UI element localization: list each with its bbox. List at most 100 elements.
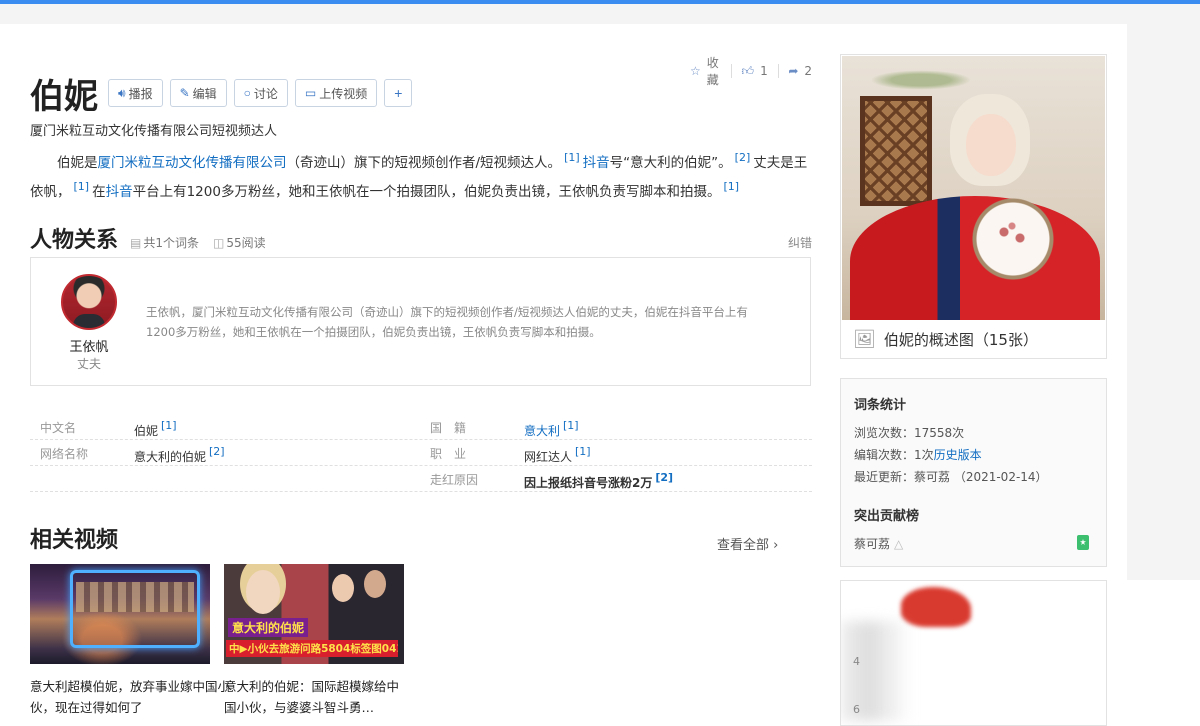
fan-image: [972, 198, 1054, 280]
summary-photo[interactable]: [842, 56, 1105, 320]
upload-video-label: 上传视频: [319, 86, 368, 101]
chat-bubble-icon: ○: [243, 86, 251, 100]
intro-text: 伯妮是: [57, 155, 98, 171]
overlay-patch: [1127, 580, 1200, 726]
share-icon[interactable]: ➦: [788, 64, 798, 78]
history-version-link[interactable]: 历史版本: [934, 448, 982, 462]
broadcast-label: 播报: [128, 86, 153, 101]
video-title[interactable]: 意大利的伯妮：国际超模嫁给中国小伙，与婆婆斗智斗勇…: [224, 676, 406, 718]
add-button[interactable]: +: [384, 79, 413, 107]
intro-paragraph: 伯妮是厦门米粒互动文化传播有限公司（奇迹山）旗下的短视频创作者/短视频达人。 [1…: [30, 146, 812, 204]
thumbnail-caption: 意大利的伯妮: [228, 618, 309, 637]
intro-text: 平台上有1200多万粉丝，她和王依帆在一个拍摄团队，伯妮负责出镜，王依帆负责写脚…: [132, 184, 721, 200]
basic-info-table: 中文名 伯妮 [1] 国 籍 意大利 [1] 网络名称 意大利的伯妮 [2] 职 业 …: [30, 414, 812, 492]
reads-label: 55阅读: [226, 236, 266, 250]
summary-photo-card[interactable]: 🖼︎ 伯妮的概述图（15张）: [840, 54, 1107, 359]
company-link[interactable]: 厦门米粒互动文化传播有限公司: [98, 155, 287, 171]
ad-image: [841, 621, 911, 721]
reads-count: ◫ 55阅读: [213, 234, 266, 251]
entries-count: ▤ 共1个词条: [130, 234, 199, 251]
stats-title: 词条统计: [854, 398, 907, 413]
person-image: [364, 570, 386, 598]
bookmark-star-icon[interactable]: [1077, 535, 1089, 550]
title-row: 伯妮 🔊︎ 播报 ✎ 编辑 ○ 讨论 ▭ 上传视频 +: [30, 68, 419, 118]
reference-link[interactable]: [2]: [655, 471, 673, 484]
contributor[interactable]: 蔡可荔 △: [854, 535, 903, 552]
ad-text: 4: [853, 655, 860, 668]
person-role: 丈夫: [76, 357, 101, 371]
video-thumbnail[interactable]: 意大利的伯妮 中▶小伙去旅游问路5804标签图04152: [224, 564, 404, 664]
douyin-link[interactable]: 抖音: [106, 184, 133, 200]
relation-card: 王依帆 丈夫 王依帆，厦门米粒互动文化传播有限公司（奇迹山）旗下的短视频创作者/…: [30, 257, 811, 386]
image-gallery-icon: 🖼︎: [853, 329, 876, 350]
thumbs-up-icon[interactable]: 👍︎: [742, 64, 755, 79]
plus-icon: +: [394, 85, 403, 101]
discuss-label: 讨论: [253, 86, 278, 101]
views-count: 浏览次数：17558次: [854, 426, 965, 440]
info-value-text: 伯妮: [134, 424, 159, 438]
relation-section-title: 人物关系: [30, 227, 119, 253]
intro-text: 号“意大利的伯妮”。: [609, 155, 732, 171]
edit-button[interactable]: ✎ 编辑: [169, 79, 227, 107]
correction-link[interactable]: 纠错: [788, 234, 812, 251]
info-row: 网络名称 意大利的伯妮 [2] 职 业 网红达人 [1]: [30, 440, 812, 466]
divider: [730, 64, 732, 78]
intro-text: 在: [92, 184, 106, 200]
photo-album-link[interactable]: 🖼︎ 伯妮的概述图（15张）: [853, 329, 1038, 350]
top-accent-bar: [0, 0, 1200, 4]
info-value: 伯妮 [1]: [134, 419, 180, 439]
info-value: 意大利 [1]: [524, 419, 582, 439]
info-key: 走红原因: [430, 473, 479, 487]
book-icon: ◫: [213, 236, 225, 250]
video-card[interactable]: 意大利的伯妮 中▶小伙去旅游问路5804标签图04152 意大利的伯妮：国际超模…: [224, 564, 404, 718]
info-row: 走红原因 因上报纸抖音号涨粉2万 [2]: [30, 466, 812, 492]
upload-video-button[interactable]: ▭ 上传视频: [294, 79, 378, 107]
view-all-link[interactable]: 查看全部 ›: [717, 534, 778, 553]
favorite-label[interactable]: 收藏: [707, 54, 721, 88]
video-thumbnail[interactable]: [30, 564, 210, 664]
douyin-link[interactable]: 抖音: [583, 155, 610, 171]
warning-triangle-icon: △: [894, 537, 904, 551]
speaker-icon: 🔊︎: [118, 85, 126, 100]
last-update: 最近更新：蔡可荔 （2021-02-14）: [854, 470, 1048, 484]
nationality-link[interactable]: 意大利: [524, 424, 560, 438]
avatar[interactable]: [61, 274, 117, 330]
info-row: 中文名 伯妮 [1] 国 籍 意大利 [1]: [30, 414, 812, 440]
video-card[interactable]: 意大利超模伯妮，放弃事业嫁中国小伙，现在过得如何了: [30, 564, 230, 718]
reference-link[interactable]: [1]: [563, 419, 579, 432]
broadcast-button[interactable]: 🔊︎ 播报: [108, 79, 163, 107]
thumbnail-banner: 中▶小伙去旅游问路5804标签图04152: [226, 640, 398, 657]
relation-meta: ▤ 共1个词条 ◫ 55阅读: [130, 234, 266, 251]
reference-link[interactable]: [1]: [161, 419, 177, 432]
reference-link[interactable]: [1]: [564, 151, 580, 164]
info-key: 网络名称: [40, 447, 89, 461]
video-title[interactable]: 意大利超模伯妮，放弃事业嫁中国小伙，现在过得如何了: [30, 676, 242, 718]
info-value-text: 因上报纸抖音号涨粉2万: [524, 476, 653, 490]
person-description: 王依帆，厦门米粒互动文化传播有限公司（奇迹山）旗下的短视频创作者/短视频达人伯妮…: [146, 305, 748, 339]
share-count: 2: [804, 64, 813, 78]
contributor-name: 蔡可荔: [854, 537, 891, 551]
chevron-right-icon: ›: [773, 538, 779, 553]
divider: [777, 64, 779, 78]
lemma-subtitle: 厦门米粒互动文化传播有限公司短视频达人: [30, 124, 278, 139]
edit-label: 编辑: [192, 86, 217, 101]
lattice-window-image: [860, 96, 932, 206]
red-dress-image: [850, 196, 1100, 320]
edits-count: 编辑次数：1次历史版本: [854, 446, 982, 463]
reference-link[interactable]: [2]: [735, 151, 751, 164]
info-value: 网红达人 [1]: [524, 445, 594, 465]
like-count: 1: [760, 64, 768, 78]
view-all-label: 查看全部: [717, 538, 770, 553]
info-value: 意大利的伯妮 [2]: [134, 445, 228, 465]
reference-link[interactable]: [1]: [74, 180, 90, 193]
discuss-button[interactable]: ○ 讨论: [233, 79, 288, 107]
reference-link[interactable]: [1]: [723, 180, 739, 193]
thumbnail-frame: [70, 570, 200, 648]
reference-link[interactable]: [1]: [575, 445, 591, 458]
star-icon[interactable]: ☆: [690, 64, 701, 78]
person-name[interactable]: 王依帆: [51, 336, 127, 355]
entries-label: 共1个词条: [143, 236, 199, 250]
photo-caption-label: 伯妮的概述图（15张）: [883, 331, 1038, 349]
blurred-ad-card: 4 6: [840, 580, 1107, 726]
reference-link[interactable]: [2]: [209, 445, 225, 458]
